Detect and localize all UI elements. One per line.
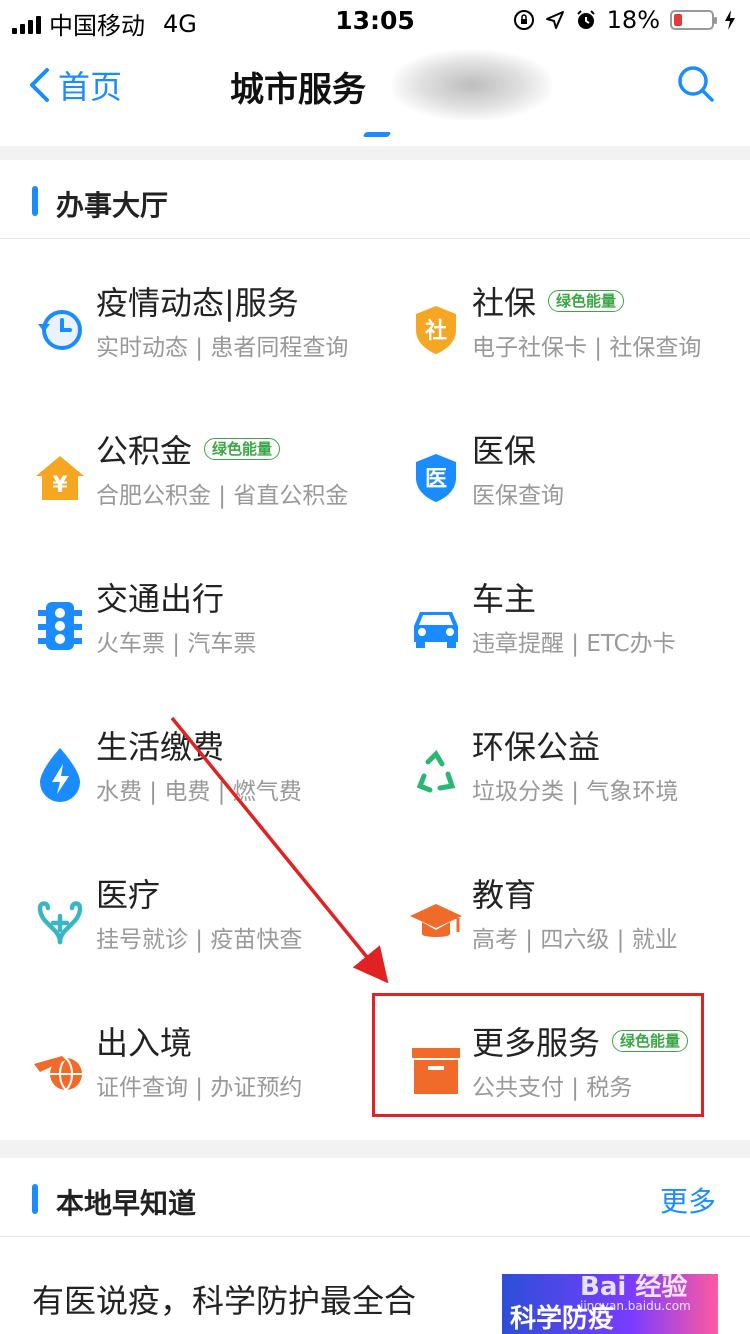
watermark-text: Bai 经验 [580,1272,688,1302]
green-energy-badge: 绿色能量 [204,438,281,460]
service-subtitle: 实时动态 | 患者同程查询 [96,335,349,361]
housing-fund-house-icon: ¥ [36,456,84,500]
service-subtitle: 水费 | 电费 | 燃气费 [96,779,302,805]
service-exit-entry[interactable]: 出入境 证件查询 | 办证预约 [32,1018,372,1138]
svg-text:¥: ¥ [52,473,68,498]
service-name: 出入境 [96,1024,193,1062]
service-name: 环保公益 [472,728,601,766]
svg-text:医: 医 [425,467,447,492]
service-environment[interactable]: 环保公益 垃圾分类 | 气象环境 [408,722,748,842]
section-title: 办事大厅 [56,189,169,222]
service-name: 医疗 [96,876,161,914]
traffic-light-icon [38,602,82,650]
section-header: 办事大厅 [0,160,750,239]
service-name: 车主 [472,580,537,618]
tab-indicator [362,132,392,137]
service-subtitle: 挂号就诊 | 疫苗快查 [96,927,303,953]
service-name: 疫情动态|服务 [96,284,299,322]
service-subtitle: 证件查询 | 办证预约 [96,1075,303,1101]
navigation-bar: 首页 城市服务 [0,40,750,146]
service-subtitle: 违章提醒 | ETC办卡 [472,631,676,657]
back-label: 首页 [58,68,123,106]
green-energy-badge: 绿色能量 [548,290,625,312]
service-subtitle: 垃圾分类 | 气象环境 [472,779,679,805]
search-button[interactable] [676,64,716,108]
more-link[interactable]: 更多 [660,1180,716,1220]
section-title: 本地早知道 [56,1187,197,1220]
service-education[interactable]: 教育 高考 | 四六级 | 就业 [408,870,748,990]
watermark-url: jingyan.baidu.com [580,1299,691,1313]
service-subtitle: 火车票 | 汽车票 [96,631,257,657]
service-name: 交通出行 [96,580,225,618]
service-medical[interactable]: 医疗 挂号就诊 | 疫苗快查 [32,870,372,990]
blurred-region [392,50,552,120]
location-icon [545,11,564,29]
medical-insurance-shield-icon: 医 [416,454,456,502]
annotation-highlight-box [372,993,704,1117]
back-button[interactable]: 首页 [28,62,122,108]
service-social-security[interactable]: 社 社保 绿色能量 电子社保卡 | 社保查询 [408,278,748,398]
status-bar: 中国移动 4G 13:05 18% [0,0,750,40]
battery-icon [670,10,717,30]
service-subtitle: 高考 | 四六级 | 就业 [472,927,678,953]
alarm-icon [576,10,595,29]
service-epidemic[interactable]: 疫情动态|服务 实时动态 | 患者同程查询 [32,278,372,398]
section-accent-bar [32,186,38,216]
service-name: 医保 [472,432,537,470]
service-subtitle: 电子社保卡 | 社保查询 [472,335,702,361]
clock-refresh-icon [38,310,82,350]
section-header: 本地早知道 更多 [0,1158,750,1237]
service-transport[interactable]: 交通出行 火车票 | 汽车票 [32,574,372,694]
baidu-watermark: Bai 经验 jingyan.baidu.com [580,1266,691,1313]
rotation-lock-icon [513,10,534,30]
news-headline[interactable]: 有医说疫，科学防护最全合 [32,1276,416,1322]
svg-text:社: 社 [425,318,447,344]
search-icon [678,66,714,102]
stethoscope-icon [37,901,83,945]
page-title: 城市服务 [230,70,366,110]
service-housing-fund[interactable]: ¥ 公积金 绿色能量 合肥公积金 | 省直公积金 [32,426,372,546]
graduation-cap-icon [410,904,462,937]
service-name: 公积金 [96,432,193,470]
service-name: 生活缴费 [96,728,225,766]
social-security-shield-icon: 社 [416,306,456,354]
service-name: 社保 [472,284,537,322]
service-medical-insurance[interactable]: 医 医保 医保查询 [408,426,748,546]
chevron-left-icon [30,68,49,102]
recycle-icon [416,749,456,793]
section-accent-bar [32,1184,38,1214]
service-name: 教育 [472,876,537,914]
service-utilities[interactable]: 生活缴费 水费 | 电费 | 燃气费 [32,722,372,842]
service-subtitle: 医保查询 [472,483,564,509]
service-subtitle: 合肥公积金 | 省直公积金 [96,483,349,509]
car-icon [414,612,458,648]
battery-percent: 18% [606,6,660,34]
lightning-drop-icon [40,748,80,802]
service-car-owner[interactable]: 车主 违章提醒 | ETC办卡 [408,574,748,694]
charging-icon [725,10,735,30]
plane-globe-icon [34,1056,82,1091]
